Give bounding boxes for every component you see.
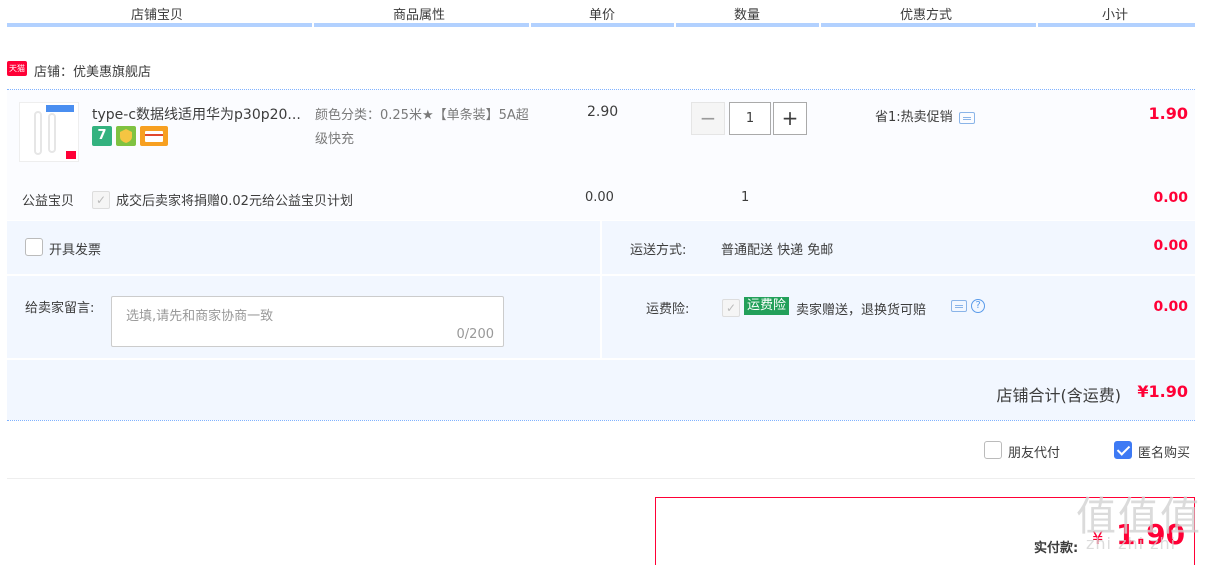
table-header: 店铺宝贝 商品属性 单价 数量 优惠方式 小计 [7, 0, 1195, 28]
payment-label: 实付款: [1034, 541, 1079, 556]
header-bar [676, 23, 819, 27]
card-icon[interactable] [140, 126, 168, 146]
seller-message-input[interactable]: 选填,请先和商家协商一致 0/200 [111, 296, 504, 347]
header-promo: 优惠方式 [900, 8, 953, 23]
charity-checkbox: ✓ [92, 191, 110, 209]
watermark: 值值值 zhi zhi zhi [1076, 484, 1221, 564]
shop-total-label: 店铺合计(含运费) [996, 386, 1122, 405]
insurance-label: 运费险: [646, 302, 690, 317]
insurance-checkbox: ✓ [722, 299, 740, 317]
item-subtotal: 1.90 [1148, 104, 1188, 123]
charity-subtotal: 0.00 [1153, 190, 1188, 206]
charity-price: 0.00 [585, 190, 614, 205]
header-price: 单价 [589, 8, 616, 23]
thumbnail-cable [48, 113, 56, 153]
seven-day-return-icon[interactable]: 7 [92, 126, 112, 146]
shipping-cost: 0.00 [1153, 238, 1188, 254]
qty-minus-button[interactable]: − [691, 102, 725, 135]
product-title-link[interactable]: type-c数据线适用华为p30p20... [92, 104, 310, 124]
message-block: 给卖家留言: 选填,请先和商家协商一致 0/200 [7, 276, 600, 358]
header-bar [1038, 23, 1195, 27]
anonymous-label[interactable]: 匿名购买 [1138, 442, 1190, 461]
insurance-block: 运费险: ✓ 运费险 卖家赠送，退换货可赔 ? 0.00 [602, 276, 1195, 358]
watermark-text: zhi zhi zhi [1086, 534, 1177, 553]
shipping-label: 运送方式: [630, 243, 687, 258]
header-attr: 商品属性 [393, 8, 446, 23]
insurance-tag: 运费险 [744, 297, 790, 315]
friend-pay-label[interactable]: 朋友代付 [1008, 442, 1060, 461]
shipping-method[interactable]: 普通配送 快递 免邮 [721, 239, 833, 258]
promo-text: 省1:热卖促销 [875, 110, 953, 125]
product-thumbnail[interactable] [19, 102, 79, 162]
charity-qty: 1 [741, 190, 750, 205]
message-label: 给卖家留言: [25, 301, 95, 316]
header-bar [821, 23, 1036, 27]
thumbnail-logo [66, 151, 76, 159]
shop-total-block: 店铺合计(含运费) ¥1.90 [7, 360, 1195, 420]
shipping-block: 运送方式: 普通配送 快递 免邮 0.00 [602, 221, 1195, 274]
insurance-desc: 卖家赠送，退换货可赔 [796, 303, 927, 318]
unit-price: 2.90 [587, 104, 619, 120]
header-shop-item: 店铺宝贝 [131, 8, 184, 23]
insurance-chat-icon[interactable] [951, 299, 967, 312]
anonymous-checkbox[interactable] [1114, 441, 1132, 459]
thumbnail-cable [34, 111, 42, 155]
shield-icon[interactable] [116, 126, 136, 146]
insurance-icons: ? [951, 298, 986, 313]
message-placeholder: 选填,请先和商家协商一致 [126, 309, 274, 324]
friend-pay-checkbox[interactable] [984, 441, 1002, 459]
order-confirm-page: 店铺宝贝 商品属性 单价 数量 优惠方式 小计 天猫 店铺：优美惠旗舰店 typ… [0, 0, 1227, 565]
header-bar [531, 23, 674, 27]
header-bar [7, 23, 312, 27]
divider [7, 420, 1195, 421]
order-item: type-c数据线适用华为p30p20... 7 颜色分类：0.25米★【单条装… [7, 90, 1195, 220]
charity-label: 公益宝贝 [22, 194, 75, 209]
invoice-block: 开具发票 [7, 221, 600, 274]
promo-chat-icon[interactable] [958, 111, 975, 124]
charity-text: 成交后卖家将捐赠0.02元给公益宝贝计划 [116, 194, 353, 209]
promo-info: 省1:热卖促销 [875, 106, 975, 125]
product-attr: 颜色分类：0.25米★【单条装】5A超级快充 [315, 108, 529, 147]
header-subtotal: 小计 [1102, 8, 1129, 23]
insurance-cost: 0.00 [1153, 299, 1188, 315]
divider [7, 478, 1195, 479]
invoice-label[interactable]: 开具发票 [49, 239, 101, 258]
message-counter: 0/200 [456, 327, 494, 342]
shop-name-link[interactable]: 店铺：优美惠旗舰店 [34, 61, 151, 80]
invoice-checkbox[interactable] [25, 238, 43, 256]
qty-input[interactable]: 1 [729, 102, 771, 135]
qty-plus-button[interactable]: + [773, 102, 807, 135]
help-icon[interactable]: ? [971, 298, 986, 313]
shop-total-value: ¥1.90 [1137, 382, 1188, 401]
tmall-icon: 天猫 [7, 61, 27, 76]
header-qty: 数量 [734, 8, 761, 23]
thumbnail-tag [46, 105, 74, 112]
header-bar [314, 23, 529, 27]
